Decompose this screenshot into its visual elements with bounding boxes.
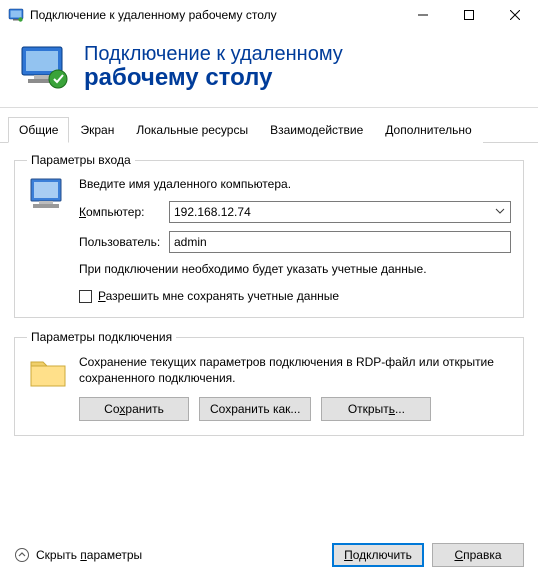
window-controls — [400, 0, 538, 30]
help-button[interactable]: Справка — [432, 543, 524, 567]
rdp-icon — [18, 41, 70, 93]
save-button[interactable]: Сохранить — [79, 397, 189, 421]
chevron-up-icon[interactable] — [14, 547, 30, 563]
connection-desc: Сохранение текущих параметров подключени… — [79, 354, 511, 386]
login-info: При подключении необходимо будет указать… — [79, 261, 511, 277]
collapse-params-link[interactable]: Скрыть параметры — [36, 548, 142, 562]
app-icon — [8, 7, 24, 23]
computer-label: Компьютер: — [79, 205, 169, 219]
header: Подключение к удаленному рабочему столу — [0, 31, 538, 108]
close-button[interactable] — [492, 0, 538, 30]
user-label: Пользователь: — [79, 235, 169, 249]
connection-group: Параметры подключения Сохранение текущих… — [14, 330, 524, 435]
tab-advanced[interactable]: Дополнительно — [374, 117, 482, 143]
computer-value: 192.168.12.74 — [174, 205, 492, 219]
window-title: Подключение к удаленному рабочему столу — [30, 8, 400, 22]
tab-bar: Общие Экран Локальные ресурсы Взаимодейс… — [0, 116, 538, 143]
user-field[interactable] — [169, 231, 511, 253]
computer-combo[interactable]: 192.168.12.74 — [169, 201, 511, 223]
footer: Скрыть параметры Подключить Справка — [0, 543, 538, 567]
save-credentials-label: Разрешить мне сохранять учетные данные — [98, 289, 339, 303]
login-group-legend: Параметры входа — [27, 153, 135, 167]
connect-button[interactable]: Подключить — [332, 543, 424, 567]
login-prompt: Введите имя удаленного компьютера. — [79, 177, 511, 191]
save-credentials-checkbox[interactable]: Разрешить мне сохранять учетные данные — [79, 289, 511, 303]
open-button[interactable]: Открыть... — [321, 397, 431, 421]
header-text: Подключение к удаленному рабочему столу — [84, 43, 343, 91]
minimize-button[interactable] — [400, 0, 446, 30]
tab-display[interactable]: Экран — [69, 117, 125, 143]
header-line1: Подключение к удаленному — [84, 43, 343, 65]
computer-icon — [27, 177, 71, 217]
connection-group-legend: Параметры подключения — [27, 330, 176, 344]
save-as-button[interactable]: Сохранить как... — [199, 397, 311, 421]
checkbox-icon — [79, 290, 92, 303]
tab-general[interactable]: Общие — [8, 117, 69, 143]
chevron-down-icon — [492, 205, 508, 219]
folder-icon — [27, 354, 71, 394]
tab-body: Параметры входа Введите имя удаленного к… — [0, 143, 538, 436]
tab-experience[interactable]: Взаимодействие — [259, 117, 374, 143]
login-group: Параметры входа Введите имя удаленного к… — [14, 153, 524, 318]
titlebar: Подключение к удаленному рабочему столу — [0, 0, 538, 31]
tab-local-resources[interactable]: Локальные ресурсы — [125, 117, 259, 143]
maximize-button[interactable] — [446, 0, 492, 30]
header-line2: рабочему столу — [84, 65, 343, 91]
